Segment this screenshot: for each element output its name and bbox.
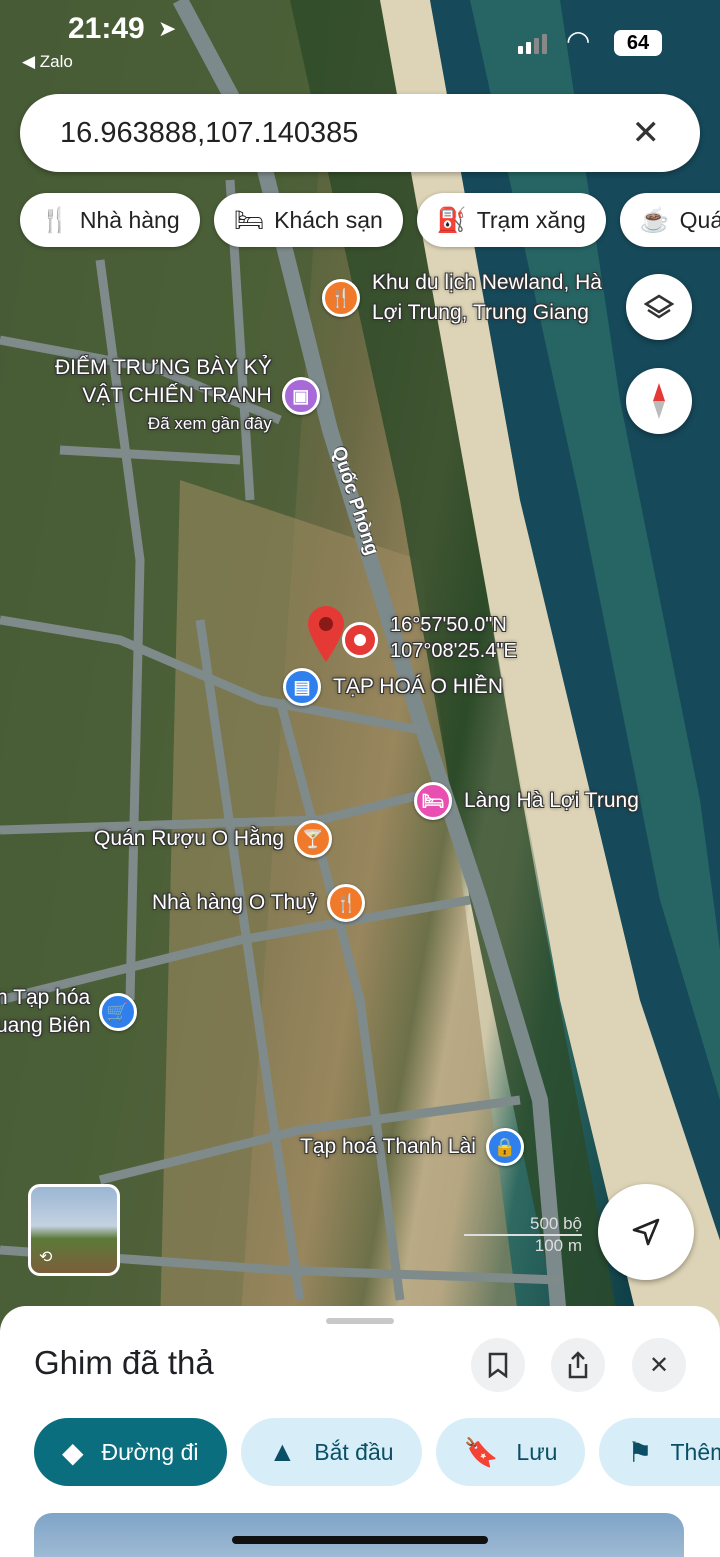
close-sheet-button[interactable]: ✕ xyxy=(632,1338,686,1392)
museum-icon: ▣ xyxy=(281,377,320,415)
scale-meters: 100 m xyxy=(534,1236,582,1255)
battery-indicator: 64 xyxy=(614,30,662,56)
poi-label: ĐIỂM TRƯNG BÀY KỶ xyxy=(55,356,272,379)
chip-label: Khách sạn xyxy=(274,206,383,233)
poi-quan-ruou-o-hang[interactable]: 🍸 Quán Rượu O Hằng xyxy=(94,820,333,858)
poi-label: Khu du lịch Newland, Hà xyxy=(372,271,602,294)
cafe-icon: ☕ xyxy=(639,206,670,234)
bar-icon: 🍸 xyxy=(294,820,333,858)
chip-label: Trạm xăng xyxy=(476,206,586,233)
poi-label: Tạp hoá Thanh Lài xyxy=(300,1135,476,1158)
location-arrow-icon: ➤ xyxy=(158,16,177,41)
poi-label-line2: uang Biên xyxy=(0,1014,91,1037)
restaurant-icon: 🍴 xyxy=(327,884,366,922)
action-label: Đường đi xyxy=(101,1438,199,1465)
action-label: Lưu xyxy=(516,1438,558,1465)
directions-button[interactable]: ◆ Đường đi xyxy=(34,1418,227,1486)
add-label-button[interactable]: ⚑ Thêm xyxy=(599,1418,720,1486)
target-marker-icon xyxy=(342,622,378,658)
chip-restaurants[interactable]: 🍴 Nhà hàng xyxy=(20,193,200,247)
map-pin-icon xyxy=(308,606,344,662)
poi-recently-viewed: Đã xem gần đây xyxy=(147,414,272,433)
map-scale: 500 bộ 100 m xyxy=(464,1214,582,1256)
start-button[interactable]: ▲ Bắt đầu xyxy=(240,1418,422,1486)
restaurant-icon: 🍴 xyxy=(40,206,70,234)
layers-icon xyxy=(644,294,674,319)
chip-gas-stations[interactable]: ⛽ Trạm xăng xyxy=(416,193,606,247)
bookmark-icon xyxy=(488,1352,508,1378)
street-view-thumbnail[interactable]: ⟲ xyxy=(28,1184,120,1276)
scale-feet: 500 bộ xyxy=(530,1214,582,1233)
status-bar: 21:49 ➤ ◀ Zalo ◠ 64 xyxy=(0,0,720,80)
shop-icon: ▤ xyxy=(283,668,321,706)
chip-label: Nhà hàng xyxy=(79,206,180,233)
poi-newland[interactable]: 🍴 Khu du lịch Newland, Hà Lợi Trung, Tru… xyxy=(322,268,602,328)
place-bottom-sheet[interactable]: Ghim đã thả ✕ ◆ Đường đi ▲ Bắt đầu 🔖 Lưu… xyxy=(0,1306,720,1557)
save-button[interactable]: 🔖 Lưu xyxy=(435,1418,586,1486)
category-chips: 🍴 Nhà hàng 🛏 Khách sạn ⛽ Trạm xăng ☕ Quá… xyxy=(20,193,720,247)
poi-label: Làng Hà Lợi Trung xyxy=(464,789,639,812)
compass-button[interactable] xyxy=(626,368,692,434)
clock: 21:49 xyxy=(68,12,145,45)
directions-icon: ◆ xyxy=(62,1436,84,1468)
poi-tap-hoa-quang-bien[interactable]: 🛒 n Tạp hóa uang Biên xyxy=(0,984,137,1040)
share-icon xyxy=(568,1351,588,1379)
close-icon: ✕ xyxy=(648,1351,670,1379)
hotel-icon: 🛏 xyxy=(233,206,265,234)
poi-tap-hoa-thanh-lai[interactable]: 🔒 Tạp hoá Thanh Lài xyxy=(300,1128,524,1166)
home-indicator[interactable] xyxy=(232,1536,488,1544)
sheet-title: Ghim đã thả xyxy=(34,1344,214,1381)
dropped-pin[interactable] xyxy=(306,604,346,664)
poi-label-line2: Lợi Trung, Trung Giang xyxy=(372,301,589,324)
back-to-app-link[interactable]: ◀ Zalo xyxy=(22,52,73,72)
chip-cafes[interactable]: ☕ Quán xyxy=(619,193,720,247)
poi-label: TẠP HOÁ O HIỀN xyxy=(333,675,503,698)
rotate-360-icon: ⟲ xyxy=(39,1249,53,1266)
hotel-icon: 🛏 xyxy=(414,782,452,820)
compass-icon xyxy=(653,383,665,419)
wifi-icon: ◠ xyxy=(566,25,591,56)
poi-war-museum[interactable]: ▣ ĐIỂM TRƯNG BÀY KỶ VẬT CHIẾN TRANH Đã x… xyxy=(55,354,320,438)
chip-label: Quán xyxy=(679,206,720,233)
poi-label-line2: VẬT CHIẾN TRANH xyxy=(82,384,272,407)
search-input[interactable]: 16.963888,107.140385 xyxy=(60,117,632,150)
pin-latitude: 16°57'50.0"N xyxy=(390,614,507,636)
flag-icon: ⚑ xyxy=(627,1436,653,1468)
poi-tap-hoa-o-hien[interactable]: ▤ TẠP HOÁ O HIỀN xyxy=(283,668,503,706)
bookmark-icon: 🔖 xyxy=(463,1436,499,1468)
action-label: Thêm xyxy=(670,1438,720,1465)
my-location-button[interactable] xyxy=(598,1184,694,1280)
signal-icon xyxy=(518,34,547,54)
poi-label: n Tạp hóa xyxy=(0,986,91,1009)
save-bookmark-button[interactable] xyxy=(471,1338,525,1392)
poi-label: Quán Rượu O Hằng xyxy=(94,827,285,850)
drag-handle[interactable] xyxy=(326,1318,394,1324)
poi-nha-hang-o-thuy[interactable]: 🍴 Nhà hàng O Thuỷ xyxy=(152,884,366,922)
close-icon[interactable]: ✕ xyxy=(632,113,661,153)
chip-hotels[interactable]: 🛏 Khách sạn xyxy=(213,193,403,247)
search-bar[interactable]: 16.963888,107.140385 ✕ xyxy=(20,94,700,172)
place-photo[interactable] xyxy=(34,1513,684,1557)
share-button[interactable] xyxy=(551,1338,605,1392)
navigation-arrow-icon xyxy=(632,1218,660,1246)
pin-longitude: 107°08'25.4"E xyxy=(390,640,517,662)
cart-icon: 🛒 xyxy=(98,993,137,1031)
restaurant-icon: 🍴 xyxy=(322,279,360,317)
poi-label: Nhà hàng O Thuỷ xyxy=(152,891,318,914)
navigation-icon: ▲ xyxy=(268,1436,297,1467)
pin-coordinates: 16°57'50.0"N 107°08'25.4"E xyxy=(390,612,517,664)
poi-lang-ha-loi-trung[interactable]: 🛏 Làng Hà Lợi Trung xyxy=(414,782,639,820)
layers-button[interactable] xyxy=(626,274,692,340)
action-label: Bắt đầu xyxy=(314,1438,394,1465)
gas-station-icon: ⛽ xyxy=(436,206,467,234)
shopping-bag-icon: 🔒 xyxy=(485,1128,524,1166)
action-buttons: ◆ Đường đi ▲ Bắt đầu 🔖 Lưu ⚑ Thêm xyxy=(34,1418,720,1486)
